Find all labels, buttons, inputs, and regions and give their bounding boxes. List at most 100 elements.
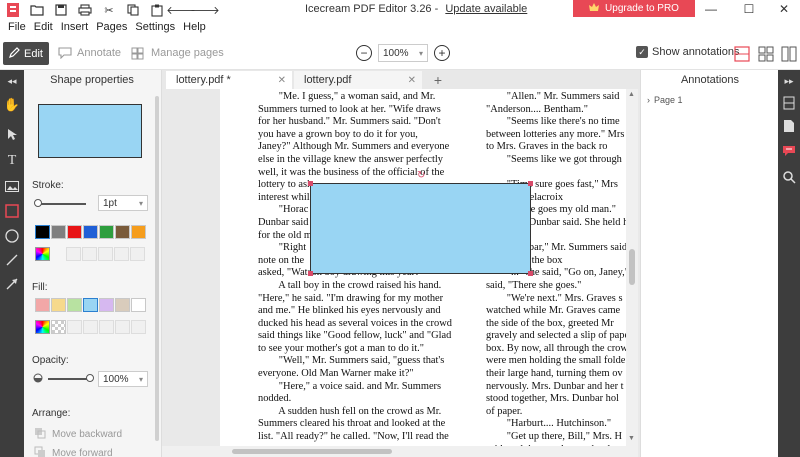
menu-edit[interactable]: Edit [30,21,57,33]
empty-swatch[interactable] [131,320,146,334]
checkbox-checked-icon[interactable]: ✓ [636,46,648,58]
selected-rectangle-shape[interactable] [310,183,531,274]
image-tool-icon[interactable] [3,177,21,195]
menu-insert[interactable]: Insert [57,21,93,33]
stroke-color-swatch[interactable] [67,225,82,239]
empty-swatch[interactable] [115,320,130,334]
hand-tool-icon[interactable]: ✋ [3,96,21,114]
stroke-slider-knob[interactable] [34,199,42,207]
menu-file[interactable]: File [4,21,30,33]
stroke-width-select[interactable]: 1pt ▾ [98,195,148,211]
maximize-icon[interactable]: ☐ [740,2,758,16]
empty-swatch[interactable] [66,247,81,261]
resize-handle-top-left[interactable] [308,181,313,186]
tab-lottery[interactable]: lottery.pdf ✕ [294,71,422,89]
vertical-scroll-thumb[interactable] [629,249,635,285]
fill-color-swatch[interactable] [115,298,130,312]
redo-icon[interactable]: 🡒 [190,2,220,18]
paste-icon[interactable] [148,2,166,18]
single-page-view-icon[interactable] [734,46,750,62]
stroke-color-swatch[interactable] [35,225,50,239]
close-tab-icon[interactable]: ✕ [278,75,286,86]
scroll-up-icon[interactable]: ▲ [628,91,635,98]
menu-pages[interactable]: Pages [92,21,131,33]
show-annotations-toggle[interactable]: ✓ Show annotations [636,46,739,58]
annotation-page-item[interactable]: › Page 1 [647,95,683,105]
cut-icon[interactable]: ✂ [100,2,118,18]
empty-swatch[interactable] [98,247,113,261]
two-page-view-icon[interactable] [758,46,774,62]
manage-pages-button[interactable]: Manage pages [151,47,224,59]
fill-color-swatch[interactable] [99,298,114,312]
manage-pages-icon[interactable] [131,47,144,63]
add-tab-button[interactable]: + [428,71,448,89]
save-icon[interactable] [52,2,70,18]
empty-swatch[interactable] [130,247,145,261]
zoom-select[interactable]: 100% ▾ [378,44,428,62]
resize-handle-bottom-left[interactable] [308,271,313,276]
rotate-handle-icon[interactable]: ↻ [417,170,425,181]
update-available-link[interactable]: Update available [445,3,527,15]
grid-view-icon[interactable] [781,46,797,62]
move-backward-button[interactable]: Move backward [34,427,122,442]
stroke-width-slider[interactable] [36,203,86,205]
stroke-color-swatch[interactable] [83,225,98,239]
menu-settings[interactable]: Settings [131,21,179,33]
resize-handle-bottom-right[interactable] [528,271,533,276]
search-icon[interactable] [780,168,798,186]
zoom-in-button[interactable]: + [434,45,450,61]
edit-mode-button[interactable]: Edit [3,42,49,65]
empty-swatch[interactable] [83,320,98,334]
stroke-color-swatch[interactable] [51,225,66,239]
resize-handle-top-right[interactable] [528,181,533,186]
opacity-select[interactable]: 100% ▾ [98,371,148,387]
zoom-out-button[interactable]: − [356,45,372,61]
copy-icon[interactable] [124,2,142,18]
empty-swatch[interactable] [82,247,97,261]
fill-color-swatch[interactable] [51,298,66,312]
collapse-panel-icon[interactable]: ◂◂ [3,72,21,90]
empty-swatch[interactable] [114,247,129,261]
bookmarks-icon[interactable] [780,94,798,112]
annotate-mode-button[interactable]: Annotate [77,47,121,59]
document-horizontal-scrollbar[interactable] [162,446,638,457]
menu-help[interactable]: Help [179,21,210,33]
annotate-icon[interactable] [58,47,72,62]
arrow-tool-icon[interactable] [3,275,21,293]
opacity-slider-knob[interactable] [86,374,94,382]
empty-swatch[interactable] [67,320,82,334]
print-icon[interactable] [76,2,94,18]
text-tool-icon[interactable]: T [3,152,21,170]
transparent-swatch[interactable] [51,320,66,334]
scroll-down-icon[interactable]: ▼ [628,435,635,442]
expand-panel-icon[interactable]: ▸▸ [780,72,798,90]
rectangle-tool-icon[interactable] [3,202,21,220]
panel-scrollbar[interactable] [155,96,159,441]
select-tool-icon[interactable] [3,125,21,143]
close-tab-icon[interactable]: ✕ [408,75,416,86]
tab-lottery-modified[interactable]: lottery.pdf * ✕ [166,71,292,89]
comments-icon[interactable] [780,142,798,160]
minimize-icon[interactable]: — [702,2,720,16]
undo-icon[interactable]: 🡐 [166,2,196,18]
move-forward-button[interactable]: Move forward [34,446,113,457]
document-vertical-scrollbar[interactable]: ▲ ▼ [626,89,638,446]
stroke-color-swatch[interactable] [99,225,114,239]
fill-color-swatch[interactable] [35,298,50,312]
ellipse-tool-icon[interactable] [3,227,21,245]
color-wheel-icon[interactable] [35,247,50,261]
horizontal-scroll-thumb[interactable] [232,449,392,454]
fill-color-swatch[interactable] [67,298,82,312]
close-icon[interactable]: ✕ [775,2,793,16]
stroke-color-swatch[interactable] [115,225,130,239]
opacity-slider[interactable] [48,378,90,380]
open-file-icon[interactable] [28,2,46,18]
empty-swatch[interactable] [99,320,114,334]
pages-icon[interactable] [780,117,798,135]
color-wheel-icon[interactable] [35,320,50,334]
fill-color-swatch[interactable] [83,298,98,312]
fill-color-swatch[interactable] [131,298,146,312]
stroke-color-swatch[interactable] [131,225,146,239]
upgrade-to-pro-button[interactable]: Upgrade to PRO [573,0,695,17]
line-tool-icon[interactable] [3,251,21,269]
